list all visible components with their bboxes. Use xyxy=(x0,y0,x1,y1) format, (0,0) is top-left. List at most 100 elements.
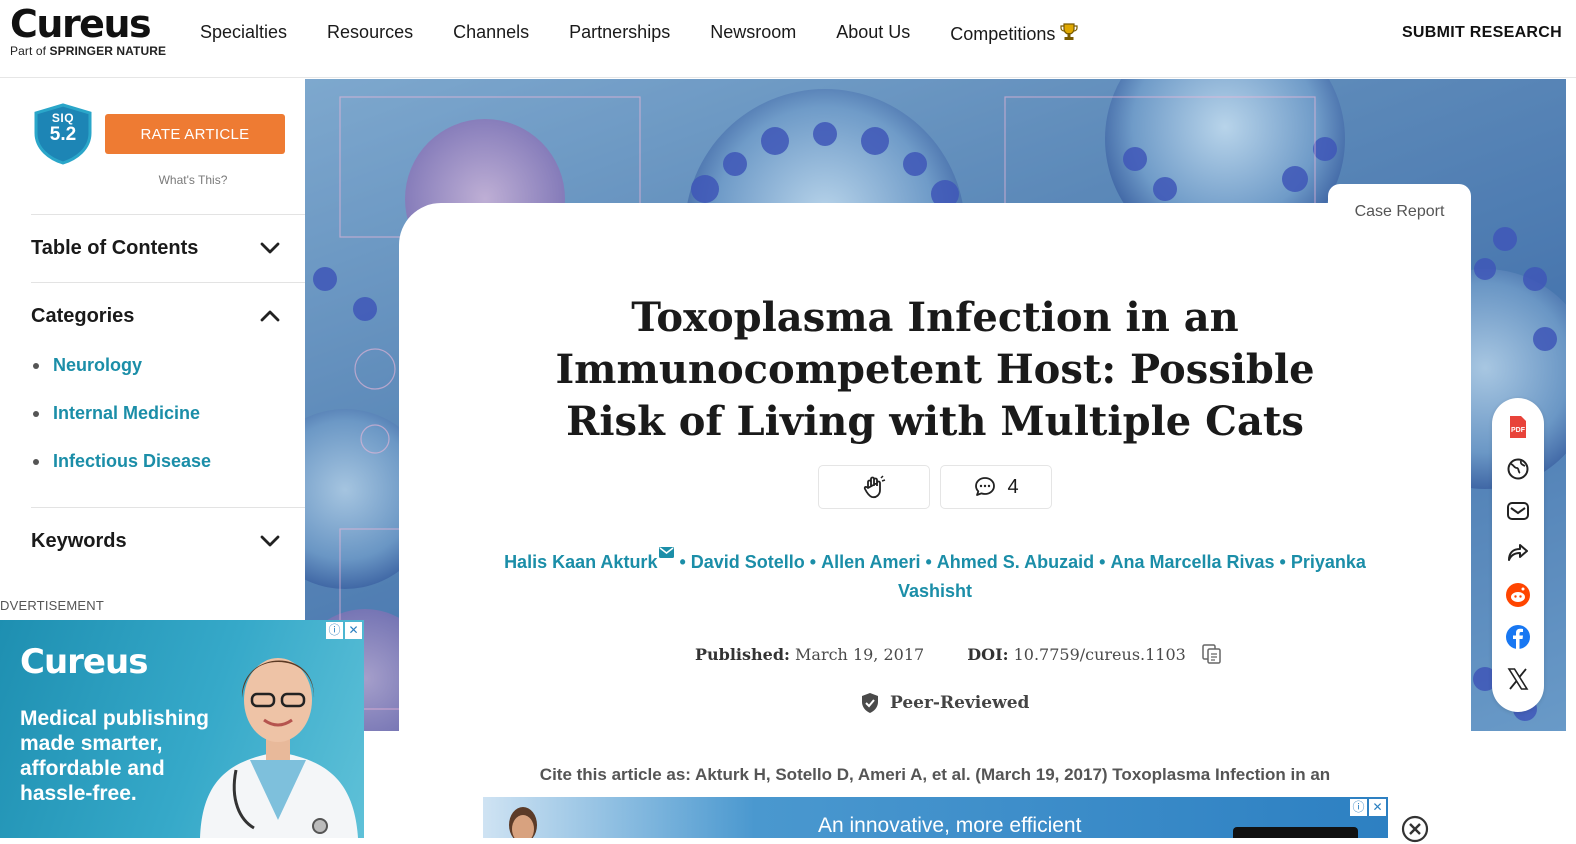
close-icon[interactable] xyxy=(1400,814,1430,844)
chevron-down-icon xyxy=(260,535,280,547)
author-link[interactable]: Ahmed S. Abuzaid xyxy=(937,552,1094,572)
cite-article-text: Cite this article as: Akturk H, Sotello … xyxy=(539,765,1331,784)
toc-title: Table of Contents xyxy=(31,236,199,259)
ad-logo: Cureus xyxy=(20,642,148,682)
left-sidebar: SIQ 5.2 RATE ARTICLE What's This? Table … xyxy=(0,79,305,619)
chevron-up-icon xyxy=(260,310,280,322)
category-neurology[interactable]: Neurology xyxy=(31,355,305,403)
reddit-icon[interactable] xyxy=(1505,582,1531,608)
categories-toggle[interactable]: Categories xyxy=(31,283,305,349)
nav-about-us[interactable]: About Us xyxy=(836,22,910,45)
share-rail: PDF xyxy=(1492,398,1544,712)
author-separator: • xyxy=(1099,552,1106,572)
author-separator: • xyxy=(679,552,686,572)
author-link[interactable]: David Sotello xyxy=(691,552,805,572)
published-label: Published: xyxy=(695,645,790,664)
keywords-toggle[interactable]: Keywords xyxy=(31,508,305,574)
pdf-icon[interactable]: PDF xyxy=(1505,414,1531,440)
ad-info-icon[interactable]: ⓘ xyxy=(1350,799,1367,816)
bullet xyxy=(33,363,39,369)
advertisement-banner[interactable]: Cureus Medical publishing made smarter, … xyxy=(0,620,364,838)
bottom-ad-cta[interactable] xyxy=(1233,827,1358,838)
comment-icon xyxy=(975,477,996,496)
email-icon[interactable] xyxy=(1505,498,1531,524)
article-meta: Published: March 19, 2017 DOI: 10.7759/c… xyxy=(695,643,1223,665)
table-of-contents-section: Table of Contents xyxy=(31,214,305,281)
logo-wordmark: Cureus xyxy=(10,2,152,46)
author-list: Halis Kaan Akturk • David Sotello • Allen Am… xyxy=(500,547,1370,606)
siq-text: SIQ 5.2 xyxy=(34,111,92,145)
bottom-advertisement[interactable]: An innovative, more efficient ⓘ ✕ xyxy=(483,797,1388,838)
submit-research-link[interactable]: SUBMIT RESEARCH xyxy=(1402,24,1562,42)
category-label: Neurology xyxy=(53,355,143,375)
author-separator: • xyxy=(1279,552,1286,572)
facebook-icon[interactable] xyxy=(1505,624,1531,650)
nav-partnerships[interactable]: Partnerships xyxy=(569,22,670,45)
author-link[interactable]: Halis Kaan Akturk xyxy=(504,552,657,572)
nav-newsroom[interactable]: Newsroom xyxy=(710,22,796,45)
article-title: Toxoplasma Infection in an Immunocompete… xyxy=(555,294,1315,445)
author-separator: • xyxy=(809,552,817,572)
clap-icon xyxy=(863,475,886,499)
nav-specialties[interactable]: Specialties xyxy=(200,22,287,45)
author-separator: • xyxy=(925,552,932,572)
bullet xyxy=(33,459,39,465)
categories-section: Categories Neurology Internal Medicine I… xyxy=(31,282,305,499)
main-nav: Specialties Resources Channels Partnersh… xyxy=(200,22,1119,45)
category-label: Internal Medicine xyxy=(53,403,201,423)
globe-icon[interactable] xyxy=(1505,456,1531,482)
rate-article-button[interactable]: RATE ARTICLE xyxy=(105,114,285,154)
doi: DOI: 10.7759/cureus.1103 xyxy=(967,645,1186,664)
keywords-title: Keywords xyxy=(31,529,127,552)
cureus-logo[interactable]: Cureus Part of SPRINGER NATURE xyxy=(10,4,166,58)
advertisement-label: DVERTISEMENT xyxy=(0,598,105,613)
shield-check-icon xyxy=(862,693,878,713)
category-infectious-disease[interactable]: Infectious Disease xyxy=(31,451,305,499)
peer-reviewed-badge: Peer-Reviewed xyxy=(860,692,1029,714)
whats-this-link[interactable]: What's This? xyxy=(105,173,281,187)
logo-subtitle: Part of SPRINGER NATURE xyxy=(10,44,166,58)
bottom-ad-text: An innovative, more efficient xyxy=(818,814,1082,837)
doi-value: 10.7759/cureus.1103 xyxy=(1013,645,1186,664)
toc-toggle[interactable]: Table of Contents xyxy=(31,215,305,281)
nav-resources[interactable]: Resources xyxy=(327,22,413,45)
ad-info-icon[interactable]: ⓘ xyxy=(326,622,343,639)
svg-text:PDF: PDF xyxy=(1511,427,1526,434)
ad-close-icon[interactable]: ✕ xyxy=(345,622,362,639)
keywords-section: Keywords xyxy=(31,507,305,574)
siq-label: SIQ xyxy=(51,111,75,125)
top-navigation-bar: Cureus Part of SPRINGER NATURE Specialti… xyxy=(0,0,1576,78)
nav-competitions-label: Competitions xyxy=(950,24,1056,44)
bullet xyxy=(33,411,39,417)
ad-controls: ⓘ ✕ xyxy=(326,622,362,639)
person-image xyxy=(509,807,537,838)
doctor-image xyxy=(200,658,358,838)
category-internal-medicine[interactable]: Internal Medicine xyxy=(31,403,305,451)
email-icon[interactable] xyxy=(659,547,675,558)
peer-reviewed-label: Peer-Reviewed xyxy=(890,693,1030,713)
siq-badge[interactable]: SIQ 5.2 xyxy=(34,103,92,165)
ad-close-icon[interactable]: ✕ xyxy=(1369,799,1386,816)
comments-button[interactable]: 4 xyxy=(940,465,1052,509)
trophy-icon xyxy=(1060,23,1078,40)
logo-sub-prefix: Part of xyxy=(10,44,47,58)
x-icon[interactable] xyxy=(1505,666,1531,692)
author-link[interactable]: Ana Marcella Rivas xyxy=(1110,552,1274,572)
category-label: Infectious Disease xyxy=(53,451,212,471)
share-icon[interactable] xyxy=(1505,540,1531,566)
comment-count: 4 xyxy=(1007,475,1019,498)
categories-title: Categories xyxy=(31,304,135,327)
nav-channels[interactable]: Channels xyxy=(453,22,529,45)
article-type-label: Case Report xyxy=(1354,203,1445,220)
chevron-down-icon xyxy=(260,242,280,254)
published-date: March 19, 2017 xyxy=(795,645,925,664)
nav-competitions[interactable]: Competitions xyxy=(950,22,1079,45)
author-link[interactable]: Allen Ameri xyxy=(821,552,920,572)
bottom-ad-controls: ⓘ ✕ xyxy=(1350,799,1386,816)
siq-value: 5.2 xyxy=(49,124,77,145)
clap-button[interactable] xyxy=(818,465,930,509)
logo-sub-brand: SPRINGER NATURE xyxy=(49,44,167,58)
copy-icon[interactable] xyxy=(1201,643,1223,665)
doi-label: DOI: xyxy=(967,645,1009,664)
categories-list: Neurology Internal Medicine Infectious D… xyxy=(31,349,305,499)
